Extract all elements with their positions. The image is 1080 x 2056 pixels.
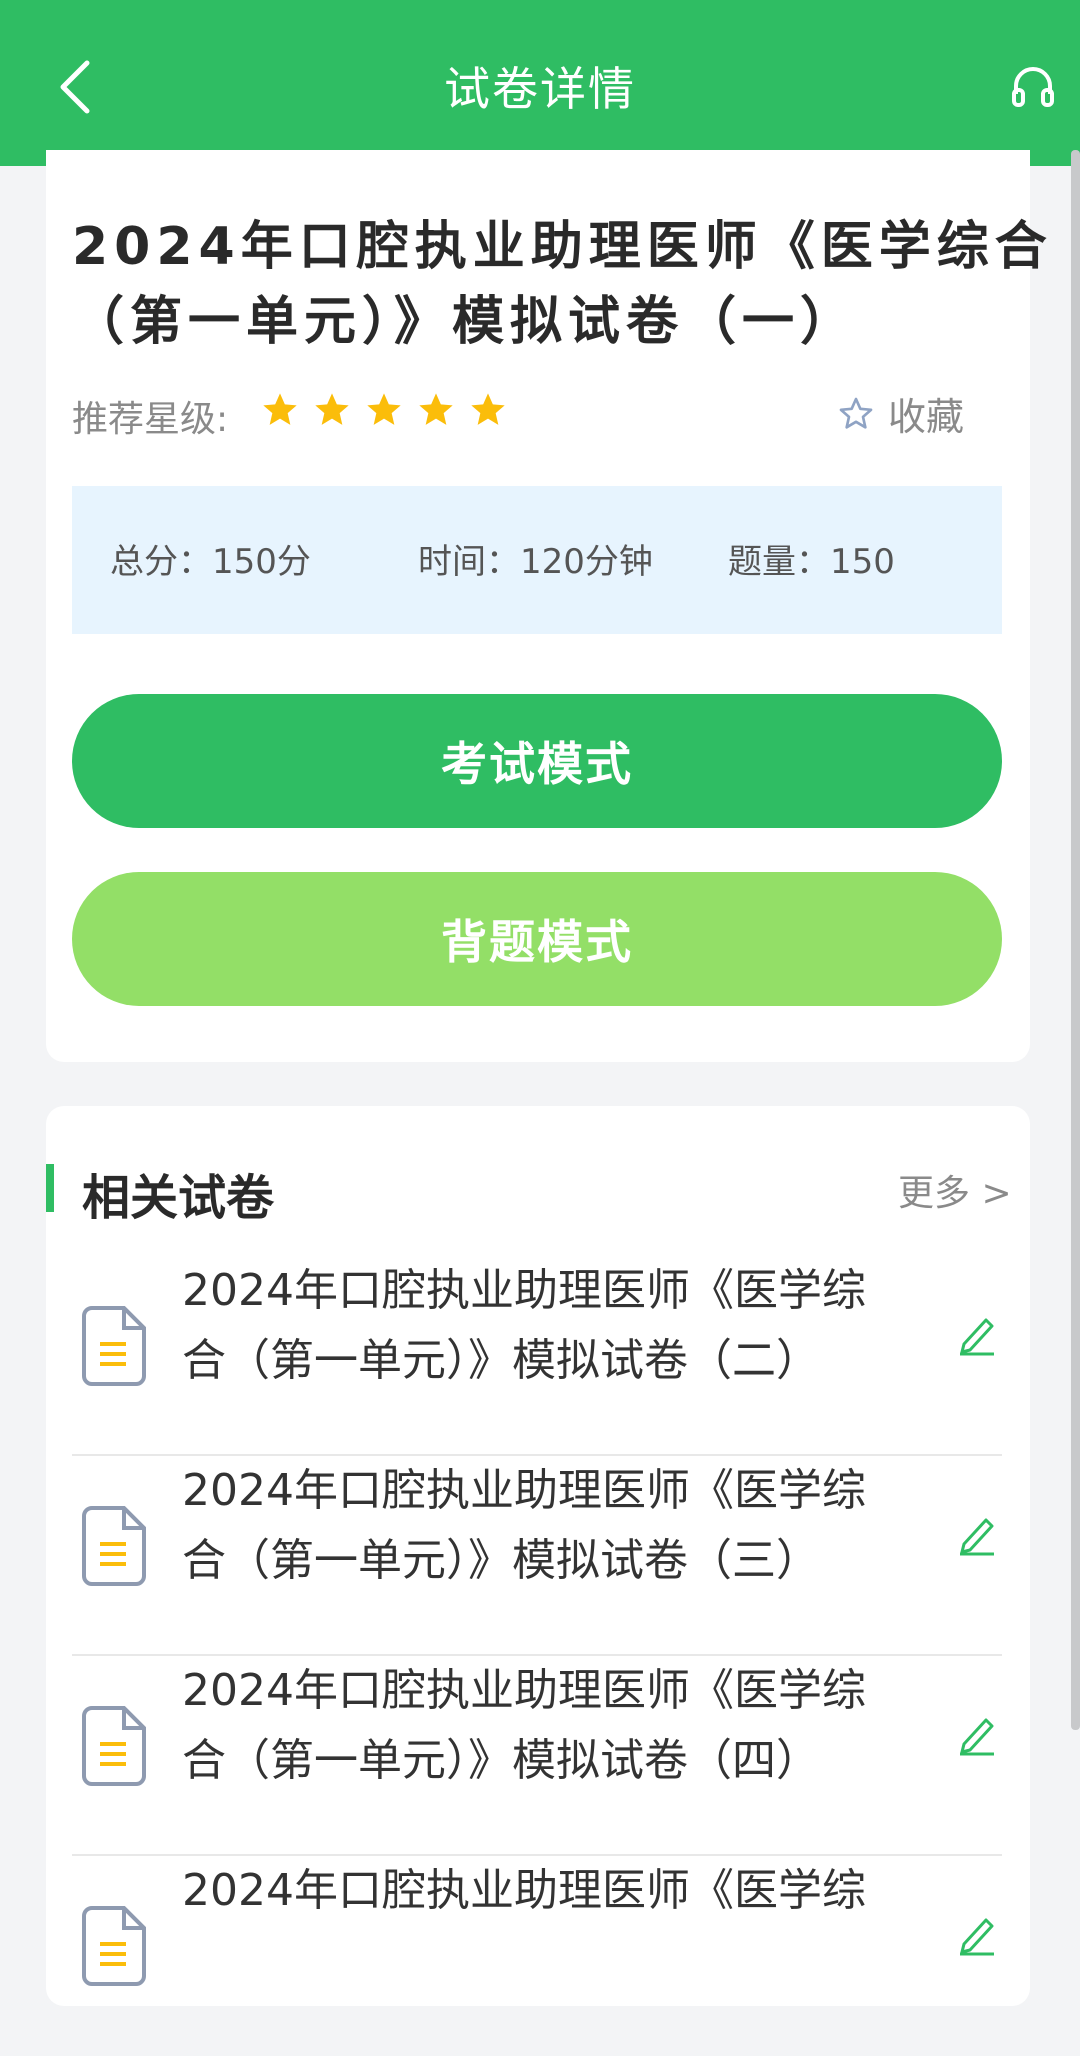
rating-stars <box>260 390 508 430</box>
pencil-icon[interactable] <box>956 1712 996 1756</box>
list-item-label: 2024年口腔执业助理医师《医学综 <box>182 1865 866 1916</box>
question-count: 题量：150 <box>728 542 895 582</box>
document-icon <box>82 1506 146 1586</box>
document-icon <box>82 1306 146 1386</box>
star-icon <box>260 390 300 430</box>
list-item-label: 2024年口腔执业助理医师《医学综合（第一单元）》模拟试卷（三） <box>182 1465 866 1586</box>
exam-title: 2024年口腔执业助理医师《医学综合（第一单元）》模拟试卷（一） <box>72 217 1053 352</box>
favorite-label: 收藏 <box>888 395 965 439</box>
exam-time: 时间：120分钟 <box>418 542 653 582</box>
total-score: 总分：150分 <box>110 542 311 582</box>
page-title: 试卷详情 <box>444 62 636 116</box>
pencil-icon[interactable] <box>956 1912 996 1956</box>
list-item-label: 2024年口腔执业助理医师《医学综合（第一单元）》模拟试卷（四） <box>182 1665 866 1786</box>
section-title: 相关试卷 <box>82 1170 275 1226</box>
list-item-label: 2024年口腔执业助理医师《医学综合（第一单元）》模拟试卷（二） <box>182 1265 866 1386</box>
exam-mode-button[interactable]: 考试模式 <box>72 694 1002 828</box>
headset-icon <box>1012 67 1054 107</box>
exam-detail-card: 2024年口腔执业助理医师《医学综合（第一单元）》模拟试卷（一） 推荐星级: 收… <box>46 150 1047 1062</box>
document-icon <box>82 1906 146 1986</box>
star-icon <box>416 390 456 430</box>
list-item[interactable]: 2024年口腔执业助理医师《医学综 <box>72 1856 1002 2056</box>
favorite-button[interactable]: 收藏 <box>836 386 964 441</box>
rating-label: 推荐星级: <box>72 399 229 440</box>
star-icon <box>312 390 352 430</box>
list-item[interactable]: 2024年口腔执业助理医师《医学综合（第一单元）》模拟试卷（三） <box>72 1456 1002 1656</box>
section-accent <box>46 1164 54 1212</box>
more-link[interactable]: 更多 > <box>898 1164 1012 1216</box>
headset-button[interactable] <box>1008 60 1068 120</box>
list-item[interactable]: 2024年口腔执业助理医师《医学综合（第一单元）》模拟试卷（二） <box>72 1256 1002 1456</box>
recite-mode-button[interactable]: 背题模式 <box>72 872 1002 1006</box>
star-icon <box>364 390 404 430</box>
top-bar: 试卷详情 <box>0 0 1080 166</box>
star-outline-icon <box>839 397 873 429</box>
scrollbar[interactable] <box>1071 150 1080 1730</box>
related-papers-card: 相关试卷 更多 > 2024年口腔执业助理医师《医学综合（第一单元）》模拟试卷（… <box>46 1106 1030 2006</box>
star-icon <box>468 390 508 430</box>
pencil-icon[interactable] <box>956 1512 996 1556</box>
list-item[interactable]: 2024年口腔执业助理医师《医学综合（第一单元）》模拟试卷（四） <box>72 1656 1002 1856</box>
pencil-icon[interactable] <box>956 1312 996 1356</box>
exam-info-panel: 总分：150分 时间：120分钟 题量：150 <box>72 486 1002 634</box>
document-icon <box>82 1706 146 1786</box>
